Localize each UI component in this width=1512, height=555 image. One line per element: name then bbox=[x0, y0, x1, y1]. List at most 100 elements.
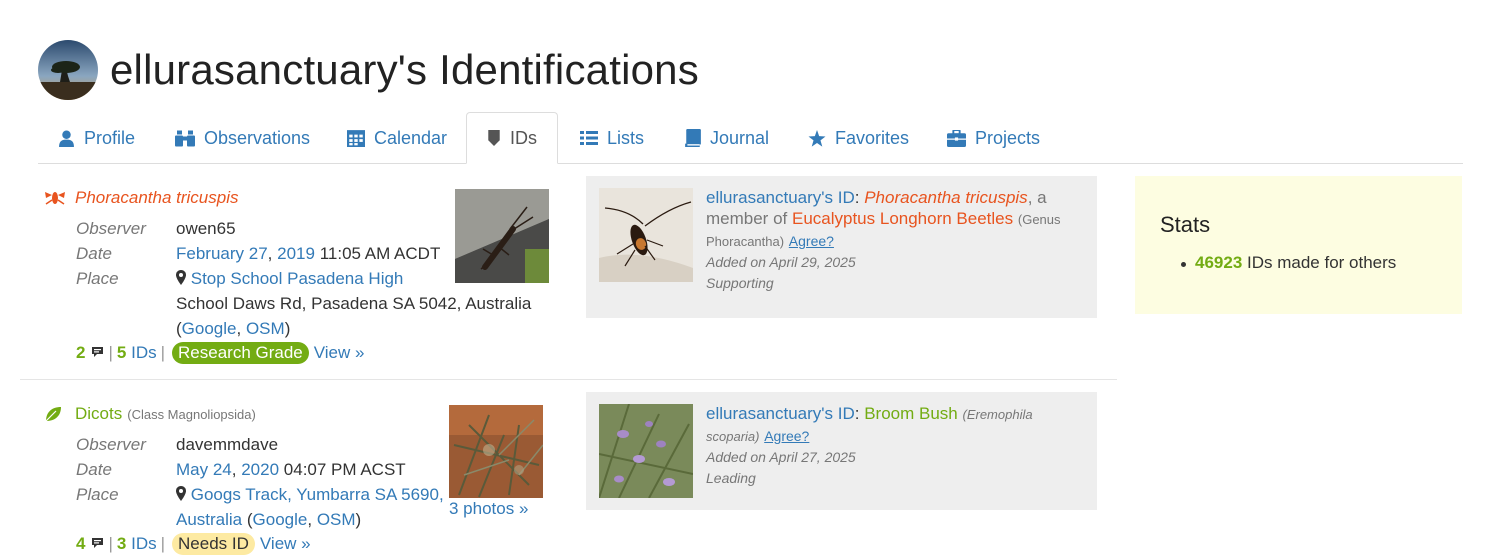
place-link-continued[interactable]: Australia bbox=[176, 510, 242, 529]
observer-label: Observer bbox=[76, 435, 146, 454]
id-taxon-scientific-continued: scoparia) bbox=[706, 429, 760, 444]
tab-label: Journal bbox=[710, 127, 770, 148]
identifier-link[interactable]: ellurasanctuary's ID bbox=[706, 404, 855, 423]
list-icon bbox=[580, 130, 598, 146]
id-colon: : bbox=[854, 188, 865, 207]
tab-label: Profile bbox=[84, 127, 136, 148]
year-link[interactable]: 2020 bbox=[241, 460, 279, 479]
ids-link[interactable]: 3 IDs bbox=[117, 534, 157, 554]
id-colon: : bbox=[854, 404, 865, 423]
ids-count: 5 bbox=[116, 343, 127, 362]
view-link[interactable]: View » bbox=[314, 343, 365, 363]
observation-stats: 2 | 5 IDs | Research Grade View » bbox=[76, 342, 364, 364]
place-link[interactable]: Stop School Pasadena High bbox=[191, 269, 404, 288]
place-label: Place bbox=[76, 269, 119, 288]
place-line-1: Googs Track, Yumbarra SA 5690, bbox=[176, 482, 444, 507]
stats-title: Stats bbox=[1160, 212, 1211, 237]
date-value: February 27, 2019 11:05 AM ACDT bbox=[176, 241, 440, 266]
profile-tabs: Profile Observations Calendar IDs Lists … bbox=[38, 112, 1463, 164]
observer-link[interactable]: owen65 bbox=[176, 216, 236, 241]
observation-stats: 4 | 3 IDs | Needs ID View » bbox=[76, 533, 311, 555]
agree-link[interactable]: Agree? bbox=[764, 428, 809, 444]
identifier-link[interactable]: ellurasanctuary's ID bbox=[706, 188, 855, 207]
date-label: Date bbox=[76, 244, 112, 263]
tab-favorites[interactable]: Favorites bbox=[808, 112, 909, 164]
quality-grade-badge: Research Grade bbox=[172, 342, 309, 364]
tag-icon bbox=[487, 130, 501, 146]
identification-card: ellurasanctuary's ID: Phoracantha tricus… bbox=[586, 176, 1097, 318]
tab-label: Lists bbox=[607, 127, 645, 148]
id-taxon-link[interactable]: Broom Bush bbox=[864, 404, 958, 423]
tab-label: Calendar bbox=[374, 127, 448, 148]
taxon-rank: (Class Magnoliopsida) bbox=[127, 406, 256, 422]
time-text: 11:05 AM ACDT bbox=[319, 244, 441, 263]
comment-count: 2 bbox=[76, 343, 86, 362]
observation-photo[interactable] bbox=[449, 405, 543, 498]
user-icon bbox=[58, 130, 75, 147]
observer-link[interactable]: davemmdave bbox=[176, 432, 278, 457]
tab-observations[interactable]: Observations bbox=[175, 112, 310, 164]
tab-lists[interactable]: Lists bbox=[580, 112, 644, 164]
row-divider bbox=[20, 379, 1117, 380]
year-link[interactable]: 2019 bbox=[277, 244, 315, 263]
time-text: 04:07 PM ACST bbox=[283, 460, 406, 479]
id-taxon-scientific: (Eremophila bbox=[962, 407, 1033, 422]
taxon-name-link[interactable]: Phoracantha tricuspis bbox=[75, 188, 238, 208]
id-category: Supporting bbox=[706, 275, 774, 291]
tab-label: Projects bbox=[975, 127, 1041, 148]
added-date: Added on April 29, 2025 bbox=[706, 254, 856, 270]
separator: | bbox=[160, 534, 166, 553]
tab-profile[interactable]: Profile bbox=[58, 112, 135, 164]
observation-photo[interactable] bbox=[455, 189, 549, 283]
comment-count: 4 bbox=[76, 534, 86, 553]
photos-link[interactable]: 3 photos » bbox=[449, 499, 528, 519]
agree-link[interactable]: Agree? bbox=[789, 233, 834, 249]
insect-icon bbox=[44, 190, 66, 206]
taxon-name-link[interactable]: Dicots bbox=[75, 404, 122, 424]
ids-word: IDs bbox=[131, 534, 157, 553]
binoculars-icon bbox=[175, 130, 195, 147]
ids-link[interactable]: 5 IDs bbox=[117, 343, 157, 363]
google-map-link[interactable]: Google bbox=[253, 510, 308, 529]
place-link-continued[interactable]: School Daws Rd, Pasadena SA 5042, Austra… bbox=[176, 291, 531, 316]
date-link[interactable]: May 24 bbox=[176, 460, 232, 479]
osm-map-link[interactable]: OSM bbox=[317, 510, 356, 529]
date-link[interactable]: February 27 bbox=[176, 244, 268, 263]
parent-taxon-link[interactable]: Eucalyptus Longhorn Beetles bbox=[792, 209, 1013, 228]
taxon-line: Phoracantha tricuspis bbox=[44, 188, 238, 208]
ids-for-others-count[interactable]: 46923 bbox=[1195, 253, 1242, 272]
date-separator: , bbox=[267, 244, 273, 263]
identification-text: ellurasanctuary's ID: Broom Bush (Eremop… bbox=[706, 403, 1086, 489]
added-date: Added on April 27, 2025 bbox=[706, 449, 856, 465]
separator: | bbox=[108, 534, 113, 553]
place-link[interactable]: Googs Track, Yumbarra SA 5690, bbox=[191, 485, 444, 504]
tab-projects[interactable]: Projects bbox=[947, 112, 1040, 164]
view-link[interactable]: View » bbox=[260, 534, 311, 554]
tab-ids[interactable]: IDs bbox=[466, 112, 558, 164]
identification-card: ellurasanctuary's ID: Broom Bush (Eremop… bbox=[586, 392, 1097, 510]
osm-map-link[interactable]: OSM bbox=[246, 319, 285, 338]
map-marker-icon bbox=[176, 485, 186, 504]
identification-text: ellurasanctuary's ID: Phoracantha tricus… bbox=[706, 187, 1086, 294]
id-taxon-link[interactable]: Phoracantha tricuspis bbox=[864, 188, 1027, 207]
leaf-icon bbox=[44, 406, 66, 422]
identification-photo[interactable] bbox=[599, 188, 693, 282]
tab-label: Observations bbox=[204, 127, 311, 148]
place-label: Place bbox=[76, 485, 119, 504]
tab-calendar[interactable]: Calendar bbox=[347, 112, 447, 164]
book-icon bbox=[685, 129, 701, 147]
identification-photo[interactable] bbox=[599, 404, 693, 498]
avatar[interactable] bbox=[38, 40, 98, 100]
tab-journal[interactable]: Journal bbox=[685, 112, 769, 164]
page-header: ellurasanctuary's Identifications bbox=[38, 38, 699, 102]
map-marker-icon bbox=[176, 269, 186, 288]
comment-icon bbox=[91, 534, 104, 554]
id-category: Leading bbox=[706, 470, 756, 486]
google-map-link[interactable]: Google bbox=[182, 319, 237, 338]
stats-item: 46923 IDs made for others bbox=[1180, 253, 1397, 273]
ids-for-others-label: IDs made for others bbox=[1247, 253, 1397, 272]
star-icon bbox=[808, 129, 826, 147]
date-label: Date bbox=[76, 460, 112, 479]
taxon-line: Dicots (Class Magnoliopsida) bbox=[44, 404, 256, 424]
ids-count: 3 bbox=[116, 534, 127, 553]
